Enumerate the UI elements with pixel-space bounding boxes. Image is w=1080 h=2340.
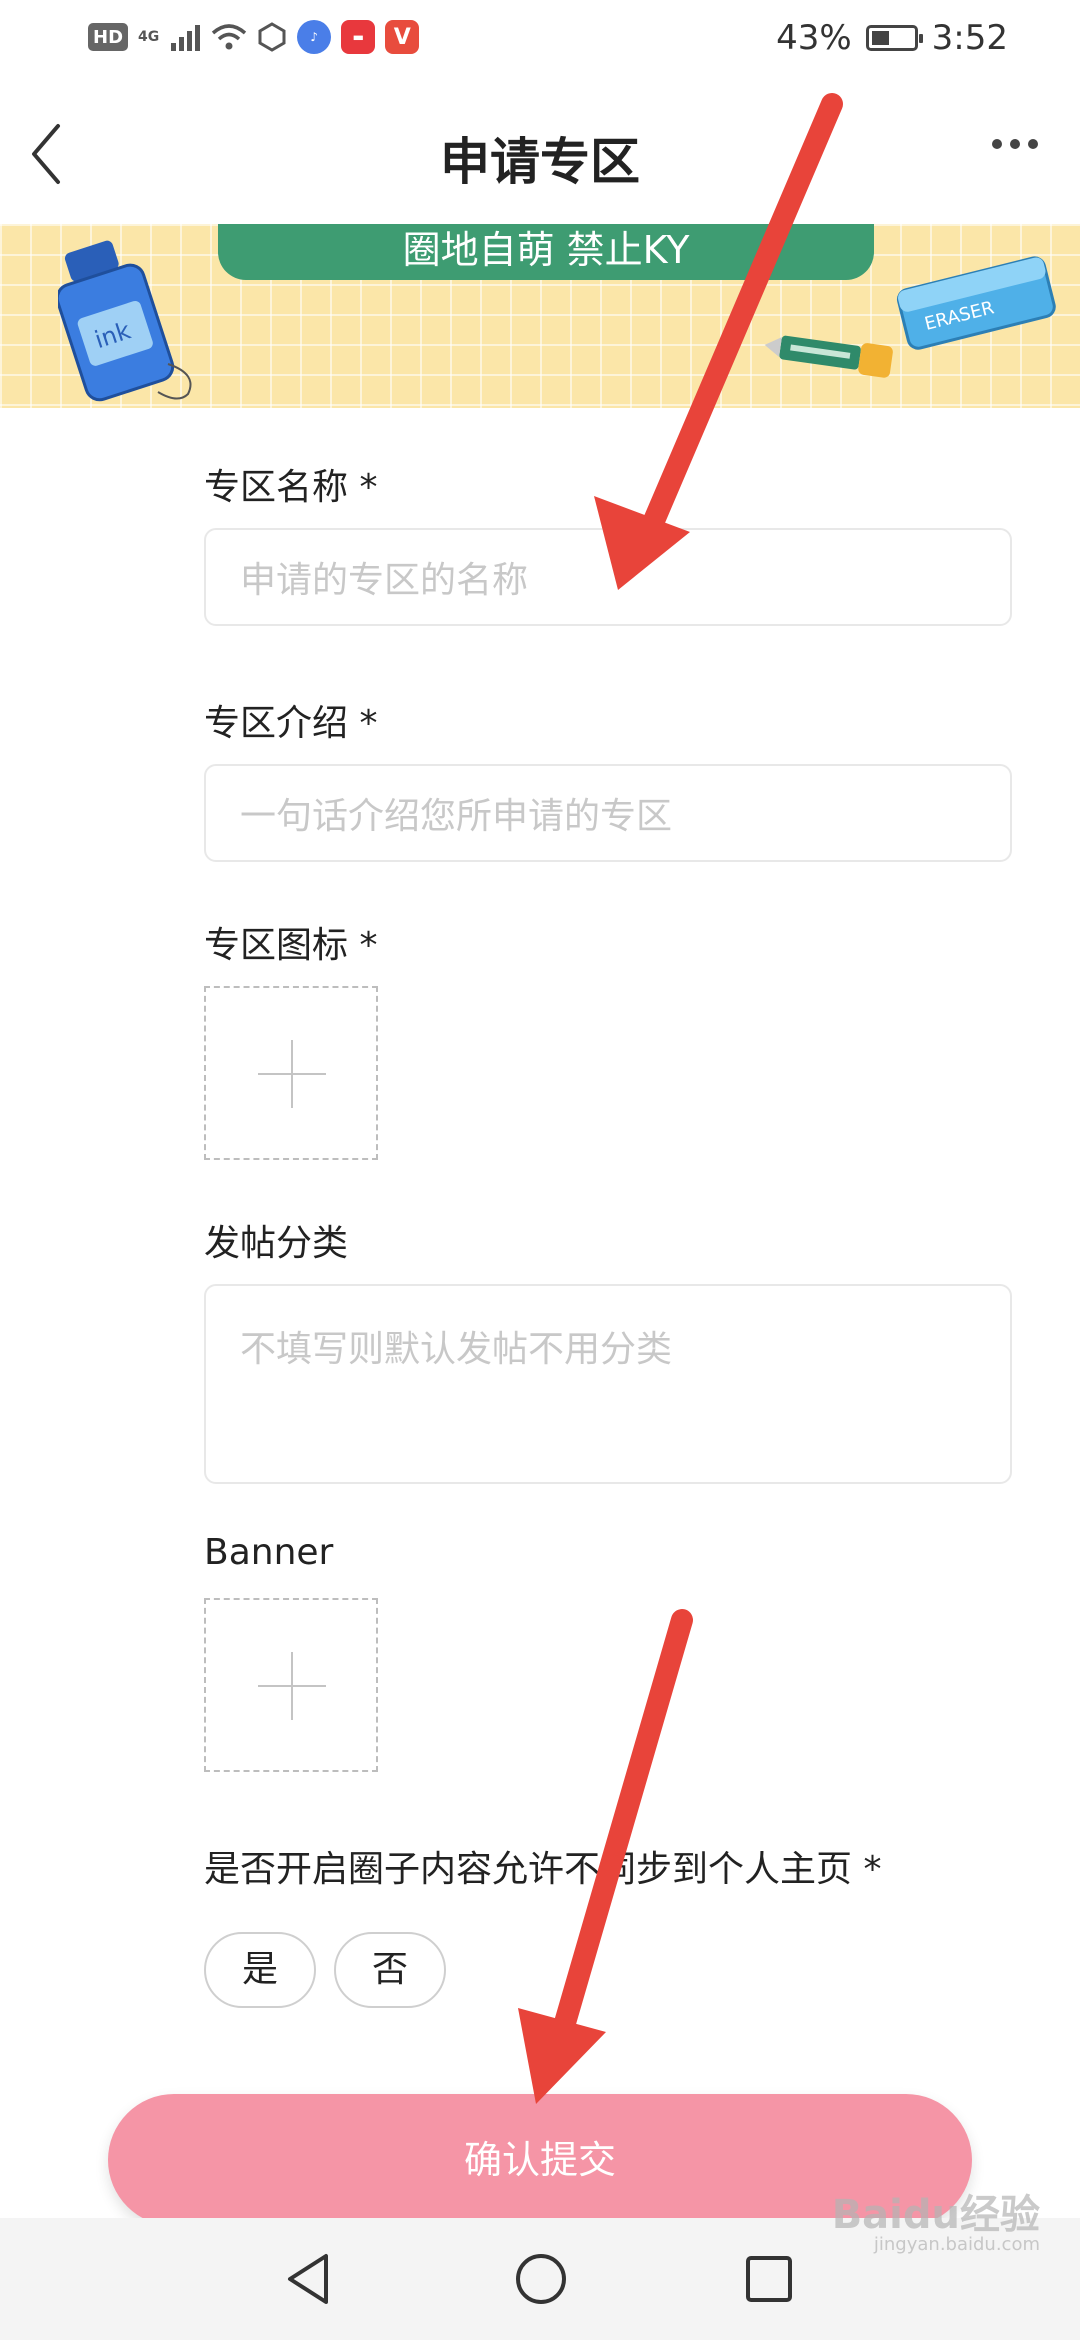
- square-recents-icon: [746, 2256, 792, 2302]
- page-title: 申请专区: [440, 133, 640, 191]
- app-header: 申请专区: [0, 84, 1080, 224]
- hd-indicator: HD: [88, 23, 129, 51]
- zone-intro-placeholder: 一句话介绍您所申请的专区: [240, 796, 673, 837]
- post-category-input[interactable]: 不填写则默认发帖不用分类: [204, 1284, 1012, 1484]
- huawei-icon: ▬: [341, 20, 376, 54]
- eraser-icon: ERASER: [896, 256, 1056, 350]
- watermark: Baidu经验 jingyan.baidu.com: [832, 2195, 1040, 2260]
- music-icon: ♪: [297, 20, 332, 54]
- nav-back-button[interactable]: [276, 2244, 346, 2314]
- battery-icon: [865, 25, 923, 51]
- more-dots-icon: [992, 139, 1038, 149]
- status-bar: HD 4G ♪ ▬ V 43% 3:52: [0, 0, 1080, 84]
- nav-home-button[interactable]: [506, 2244, 576, 2314]
- zone-intro-label: 专区介绍 *: [204, 703, 378, 744]
- more-options-button[interactable]: [980, 124, 1050, 184]
- clock: 3:52: [931, 18, 1008, 58]
- banner-upload[interactable]: [204, 1598, 378, 1772]
- nav-recents-button[interactable]: [734, 2244, 804, 2314]
- sync-no-option[interactable]: 否: [334, 1932, 446, 2008]
- post-category-placeholder: 不填写则默认发帖不用分类: [240, 1329, 673, 1370]
- post-category-label: 发帖分类: [204, 1223, 349, 1264]
- ink-bottle-icon: ink: [58, 240, 192, 402]
- zone-icon-label: 专区图标 *: [204, 925, 378, 966]
- network-type: 4G: [138, 29, 160, 45]
- zone-intro-input[interactable]: 一句话介绍您所申请的专区: [204, 764, 1012, 862]
- wifi-icon: [211, 21, 247, 53]
- sync-yes-option[interactable]: 是: [204, 1932, 316, 2008]
- zone-name-input[interactable]: 申请的专区的名称: [204, 528, 1012, 626]
- zone-name-label: 专区名称 *: [204, 467, 378, 508]
- app-icon: [257, 21, 287, 53]
- sync-option-label: 是否开启圈子内容允许不同步到个人主页 *: [204, 1849, 882, 1890]
- cutter-icon: [764, 335, 893, 378]
- zone-icon-upload[interactable]: [204, 986, 378, 1160]
- v-icon: V: [385, 20, 420, 54]
- banner-slogan: 圈地自萌 禁止KY: [218, 224, 874, 280]
- banner-label: Banner: [204, 1532, 334, 1573]
- zone-name-placeholder: 申请的专区的名称: [240, 560, 529, 601]
- signal-icon: [169, 21, 201, 53]
- zone-banner: 圈地自萌 禁止KY ink ERASER: [0, 224, 1080, 408]
- circle-home-icon: [516, 2254, 566, 2304]
- battery-percentage: 43%: [776, 18, 852, 58]
- triangle-back-icon: [288, 2254, 328, 2304]
